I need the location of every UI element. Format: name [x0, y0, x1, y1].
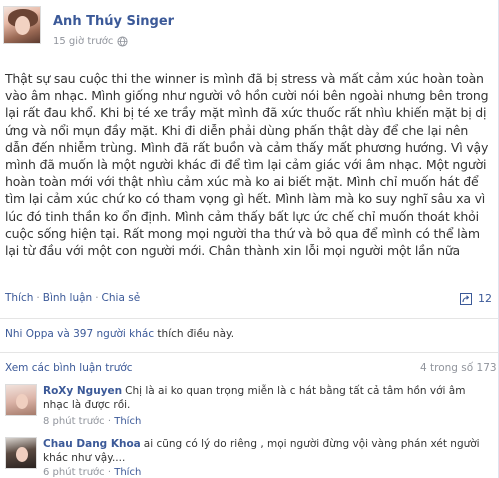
comment-count: 4 trong số 173	[420, 362, 497, 374]
divider	[0, 352, 498, 353]
comment-like-link[interactable]: Thích	[114, 467, 141, 478]
separator: ·	[107, 467, 112, 478]
separator: ·	[107, 416, 112, 427]
separator: ·	[36, 292, 40, 304]
comment-time[interactable]: 8 phút trước	[43, 416, 105, 427]
share-icon	[460, 292, 472, 305]
separator: ·	[95, 292, 99, 304]
share-count-value: 12	[478, 292, 492, 305]
commenter-name[interactable]: RoXy Nguyen	[43, 385, 122, 397]
comment-item: Chau Dang Khoa ai cũng có lý do riêng , m…	[0, 434, 498, 478]
comment-link[interactable]: Bình luận	[43, 292, 92, 304]
share-link[interactable]: Chia sẻ	[102, 292, 141, 304]
author-name[interactable]: Anh Thúy Singer	[53, 14, 174, 29]
comment-time[interactable]: 6 phút trước	[43, 467, 105, 478]
facebook-post: Anh Thúy Singer 15 giờ trước Thật sự sau…	[0, 0, 499, 478]
globe-icon	[117, 36, 128, 47]
like-link[interactable]: Thích	[5, 292, 33, 304]
commenter-avatar[interactable]	[5, 384, 37, 416]
commenter-avatar[interactable]	[5, 437, 37, 469]
comment-item: RoXy Nguyen Chị là ai ko quan trọng miễn …	[0, 380, 498, 430]
commenter-name[interactable]: Chau Dang Khoa	[43, 438, 141, 450]
post-actions: Thích · Bình luận · Chia sẻ	[5, 292, 140, 304]
comment-meta: 6 phút trước · Thích	[43, 467, 141, 478]
likes-text: thích điều này.	[154, 328, 235, 340]
divider	[0, 318, 498, 319]
likes-summary: Nhi Oppa và 397 người khác thích điều nà…	[5, 328, 234, 340]
post-timestamp[interactable]: 15 giờ trước	[53, 36, 113, 47]
likers-link[interactable]: Nhi Oppa và 397 người khác	[5, 328, 154, 340]
post-meta: 15 giờ trước	[53, 36, 128, 47]
share-count[interactable]: 12	[460, 292, 492, 305]
comment-meta: 8 phút trước · Thích	[43, 416, 141, 427]
comment-like-link[interactable]: Thích	[114, 416, 141, 427]
comment-text: Chau Dang Khoa ai cũng có lý do riêng , m…	[43, 437, 493, 465]
comment-text: RoXy Nguyen Chị là ai ko quan trọng miễn …	[43, 384, 493, 412]
view-previous-comments-link[interactable]: Xem các bình luận trước	[5, 362, 133, 374]
post-header: Anh Thúy Singer 15 giờ trước	[0, 0, 499, 62]
post-body: Thật sự sau cuộc thi the winner is mình …	[5, 71, 489, 259]
author-avatar[interactable]	[3, 6, 41, 44]
